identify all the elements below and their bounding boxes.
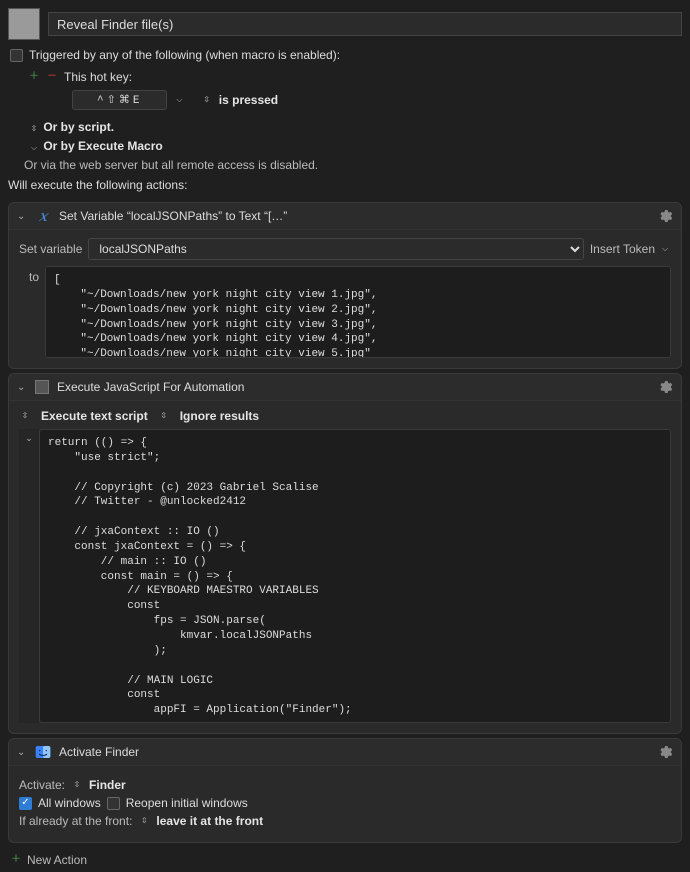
- hotkey-label: This hot key:: [64, 70, 132, 84]
- remove-trigger-icon[interactable]: －: [46, 71, 58, 83]
- hotkey-mode-stepper-icon[interactable]: ⇳: [201, 94, 213, 106]
- mode-ignore-results[interactable]: Ignore results: [180, 409, 259, 423]
- activate-target[interactable]: Finder: [89, 778, 126, 792]
- hotkey-stepper-icon[interactable]: ⌵: [173, 94, 185, 106]
- webserver-note: Or via the web server but all remote acc…: [0, 156, 690, 178]
- all-windows-checkbox[interactable]: [19, 797, 32, 810]
- execute-macro-stepper-icon[interactable]: ⌵: [28, 142, 40, 154]
- mode-a-stepper-icon[interactable]: ⇳: [19, 410, 31, 422]
- action-set-variable: ⌄ 𝑥 Set Variable “localJSONPaths” to Tex…: [8, 202, 682, 369]
- gear-icon[interactable]: [657, 744, 673, 760]
- script-stepper-icon[interactable]: ⇳: [28, 123, 40, 135]
- disclosure-icon[interactable]: ⌄: [17, 747, 27, 758]
- gear-icon[interactable]: [657, 379, 673, 395]
- macro-icon[interactable]: [8, 8, 40, 40]
- mode-execute-text-script[interactable]: Execute text script: [41, 409, 148, 423]
- hotkey-field[interactable]: ^⇧⌘E: [72, 90, 167, 110]
- action-title: Execute JavaScript For Automation: [57, 380, 649, 394]
- all-windows-label: All windows: [38, 796, 101, 810]
- set-variable-label: Set variable: [19, 242, 82, 256]
- jxa-code-editor[interactable]: return (() => { "use strict"; // Copyrig…: [39, 429, 671, 723]
- insert-token-button[interactable]: Insert Token ⌵: [590, 242, 671, 256]
- new-action-plus-icon[interactable]: ＋: [10, 854, 22, 866]
- front-mode-stepper-icon[interactable]: ⇳: [138, 815, 150, 827]
- add-trigger-icon[interactable]: ＋: [28, 71, 40, 83]
- execute-label: Will execute the following actions:: [0, 178, 690, 198]
- activate-label: Activate:: [19, 778, 65, 792]
- to-label: to: [19, 266, 39, 284]
- macro-enabled-checkbox[interactable]: [10, 49, 23, 62]
- front-label: If already at the front:: [19, 814, 132, 828]
- activate-target-stepper-icon[interactable]: ⇳: [71, 779, 83, 791]
- action-title: Set Variable “localJSONPaths” to Text “[…: [59, 209, 649, 223]
- variable-text-value[interactable]: [ "~/Downloads/new york night city view …: [45, 266, 671, 358]
- new-action-button[interactable]: New Action: [27, 853, 87, 867]
- mode-b-stepper-icon[interactable]: ⇳: [158, 410, 170, 422]
- script-icon: [35, 380, 49, 394]
- hotkey-mode[interactable]: is pressed: [219, 93, 278, 107]
- reopen-windows-checkbox[interactable]: [107, 797, 120, 810]
- disclosure-icon[interactable]: ⌄: [17, 211, 27, 222]
- variable-name-select[interactable]: localJSONPaths: [88, 238, 583, 260]
- reopen-windows-label: Reopen initial windows: [126, 796, 248, 810]
- variable-x-icon: 𝑥: [35, 208, 51, 224]
- or-execute-macro[interactable]: Or by Execute Macro: [43, 139, 162, 153]
- action-execute-jxa: ⌄ Execute JavaScript For Automation ⇳ Ex…: [8, 373, 682, 734]
- chevron-down-icon: ⌵: [659, 243, 671, 255]
- code-gutter: ⌄: [19, 429, 39, 723]
- action-activate-finder: ⌄ Activate Finder Activate: ⇳ Finder All…: [8, 738, 682, 843]
- disclosure-icon[interactable]: ⌄: [17, 382, 27, 393]
- or-script[interactable]: Or by script.: [43, 120, 114, 134]
- finder-icon: [35, 744, 51, 760]
- front-mode[interactable]: leave it at the front: [156, 814, 263, 828]
- action-title: Activate Finder: [59, 745, 649, 759]
- macro-title-input[interactable]: [48, 12, 682, 36]
- trigger-header: Triggered by any of the following (when …: [29, 48, 340, 62]
- gear-icon[interactable]: [657, 208, 673, 224]
